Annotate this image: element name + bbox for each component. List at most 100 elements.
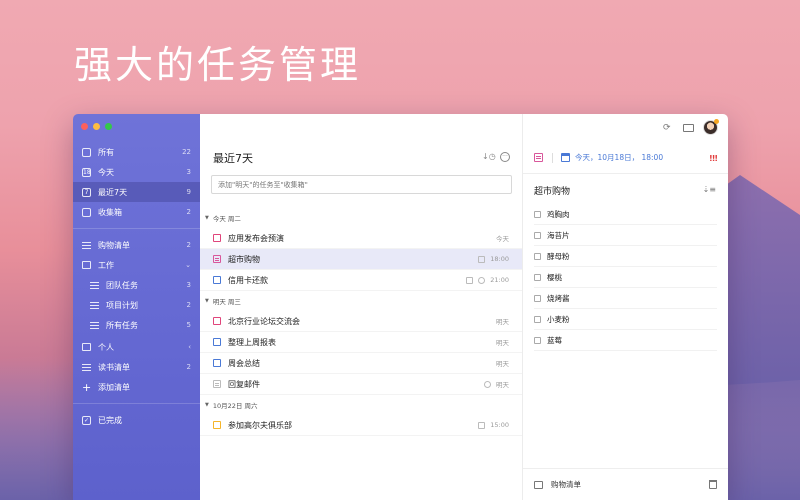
sidebar-item-count: 2 — [186, 301, 191, 309]
sidebar-divider — [73, 403, 200, 404]
sidebar-folder-personal[interactable]: 个人 ‹ — [73, 337, 200, 357]
checklist-item[interactable]: 鸡胸肉 — [534, 204, 717, 225]
task-date: 明天 — [496, 318, 509, 326]
item-checkbox[interactable] — [534, 252, 541, 260]
sidebar: 所有 22 18 今天 3 7 最近7天 9 收集箱 2 购物清单 2 工作 ⌄… — [73, 114, 200, 500]
item-label: 蓝莓 — [547, 335, 562, 345]
sidebar-item-reading[interactable]: 读书清单 2 — [73, 357, 200, 377]
checklist-item[interactable]: 烧烤酱 — [534, 288, 717, 309]
sidebar-item-count: 2 — [186, 208, 191, 216]
checklist-item[interactable]: 樱桃 — [534, 267, 717, 288]
checklist-item[interactable]: 酵母粉 — [534, 246, 717, 267]
group-header[interactable]: ▼ 明天 周三 — [200, 291, 522, 311]
chevron-down-icon[interactable]: ⌄ — [185, 261, 191, 269]
window-controls — [81, 123, 112, 130]
item-checkbox[interactable] — [534, 336, 541, 344]
inbox-icon — [534, 480, 543, 489]
today-icon: 18 — [82, 167, 91, 177]
toolbar: ⟳ — [523, 114, 728, 142]
clock-icon — [478, 276, 486, 284]
sidebar-item-all[interactable]: 所有 22 — [73, 142, 200, 162]
folder-icon — [82, 261, 91, 269]
task-row[interactable]: 北京行业论坛交流会 明天 — [200, 311, 522, 332]
chevron-left-icon[interactable]: ‹ — [188, 343, 191, 351]
task-checkbox[interactable] — [213, 421, 221, 429]
sidebar-list: 所有 22 18 今天 3 7 最近7天 9 收集箱 2 购物清单 2 工作 ⌄… — [73, 142, 200, 430]
task-groups: ▼ 今天 周二 应用发布会预演 今天 超市购物 18:00 信用卡还款 21:0… — [200, 208, 522, 436]
item-checkbox[interactable] — [534, 273, 541, 281]
sort-icon[interactable]: ↓◷ — [482, 152, 496, 162]
clock-icon — [484, 380, 491, 388]
sidebar-item-count: 2 — [186, 241, 191, 249]
task-detail-pane: ⟳ 今天，10月18日， 18:00 !!! 超市购物 ⇣≡ 鸡胸肉 海苔片 酵… — [523, 114, 728, 500]
task-checkbox[interactable] — [213, 276, 221, 284]
task-row[interactable]: 回复邮件 明天 — [200, 374, 522, 395]
sidebar-item-inbox[interactable]: 收集箱 2 — [73, 202, 200, 222]
mail-icon[interactable] — [683, 124, 694, 132]
task-title: 应用发布会预演 — [228, 233, 284, 243]
group-title: 今天 周二 — [212, 215, 241, 223]
item-checkbox[interactable] — [534, 315, 541, 323]
task-checkbox[interactable] — [213, 338, 221, 346]
task-row[interactable]: 整理上周报表 明天 — [200, 332, 522, 353]
checklist-icon[interactable] — [213, 255, 221, 263]
item-checkbox[interactable] — [534, 294, 541, 302]
sidebar-folder-work[interactable]: 工作 ⌄ — [73, 255, 200, 275]
task-row[interactable]: 周会总结 明天 — [200, 353, 522, 374]
group-header[interactable]: ▼ 今天 周二 — [200, 208, 522, 228]
sort-items-icon[interactable]: ⇣≡ — [703, 185, 716, 194]
checklist-item[interactable]: 海苔片 — [534, 225, 717, 246]
sidebar-item-team-tasks[interactable]: 团队任务 3 — [73, 275, 200, 295]
caret-down-icon: ▼ — [205, 402, 209, 408]
checklist-item[interactable]: 小麦粉 — [534, 309, 717, 330]
sidebar-item-label: 所有任务 — [106, 320, 138, 330]
checklist-icon[interactable] — [213, 380, 221, 388]
task-row[interactable]: 参加高尔夫俱乐部 15:00 — [200, 415, 522, 436]
calendar-icon[interactable] — [561, 153, 570, 162]
group-header[interactable]: ▼ 10月22日 周六 — [200, 395, 522, 415]
sidebar-item-project-plan[interactable]: 项目计划 2 — [73, 295, 200, 315]
task-title: 信用卡还款 — [228, 275, 268, 285]
item-label: 鸡胸肉 — [547, 209, 570, 219]
list-icon — [82, 241, 91, 249]
item-checkbox[interactable] — [534, 210, 541, 218]
sync-icon[interactable]: ⟳ — [663, 123, 671, 133]
calendar-icon — [82, 147, 91, 157]
list-selector[interactable]: 购物清单 — [551, 479, 709, 490]
more-icon[interactable]: ··· — [500, 152, 510, 162]
close-window-button[interactable] — [81, 123, 88, 130]
sidebar-item-completed[interactable]: ✓ 已完成 — [73, 410, 200, 430]
maximize-window-button[interactable] — [105, 123, 112, 130]
task-checkbox[interactable] — [213, 317, 221, 325]
item-label: 小麦粉 — [547, 314, 570, 324]
task-checkbox[interactable] — [213, 359, 221, 367]
add-task-input[interactable] — [211, 175, 512, 194]
task-row[interactable]: 应用发布会预演 今天 — [200, 228, 522, 249]
priority-flag-icon[interactable]: !!! — [709, 154, 718, 163]
checklist-toggle-icon[interactable] — [534, 153, 543, 162]
item-label: 樱桃 — [547, 272, 562, 282]
task-date: 明天 — [496, 381, 509, 389]
sidebar-item-all-tasks[interactable]: 所有任务 5 — [73, 315, 200, 335]
item-checkbox[interactable] — [534, 231, 541, 239]
sidebar-item-next7days[interactable]: 7 最近7天 9 — [73, 182, 200, 202]
checklist-item[interactable]: 蓝莓 — [534, 330, 717, 351]
minimize-window-button[interactable] — [93, 123, 100, 130]
task-checkbox[interactable] — [213, 234, 221, 242]
task-detail-title[interactable]: 超市购物 — [534, 184, 570, 197]
sidebar-item-today[interactable]: 18 今天 3 — [73, 162, 200, 182]
sidebar-item-shopping[interactable]: 购物清单 2 — [73, 235, 200, 255]
task-row-selected[interactable]: 超市购物 18:00 — [200, 249, 522, 270]
task-date: 今天 — [496, 235, 509, 243]
task-date: 21:00 — [490, 276, 509, 284]
sidebar-divider — [73, 228, 200, 229]
add-list-button[interactable]: + 添加清单 — [73, 377, 200, 397]
notification-badge — [714, 119, 719, 124]
task-row[interactable]: 信用卡还款 21:00 — [200, 270, 522, 291]
sidebar-item-label: 最近7天 — [98, 187, 128, 197]
trash-icon[interactable] — [709, 480, 717, 489]
due-date[interactable]: 今天，10月18日， 18:00 — [575, 152, 663, 163]
sidebar-item-label: 团队任务 — [106, 280, 138, 290]
calendar-icon — [478, 421, 486, 429]
task-title: 回复邮件 — [228, 379, 260, 389]
